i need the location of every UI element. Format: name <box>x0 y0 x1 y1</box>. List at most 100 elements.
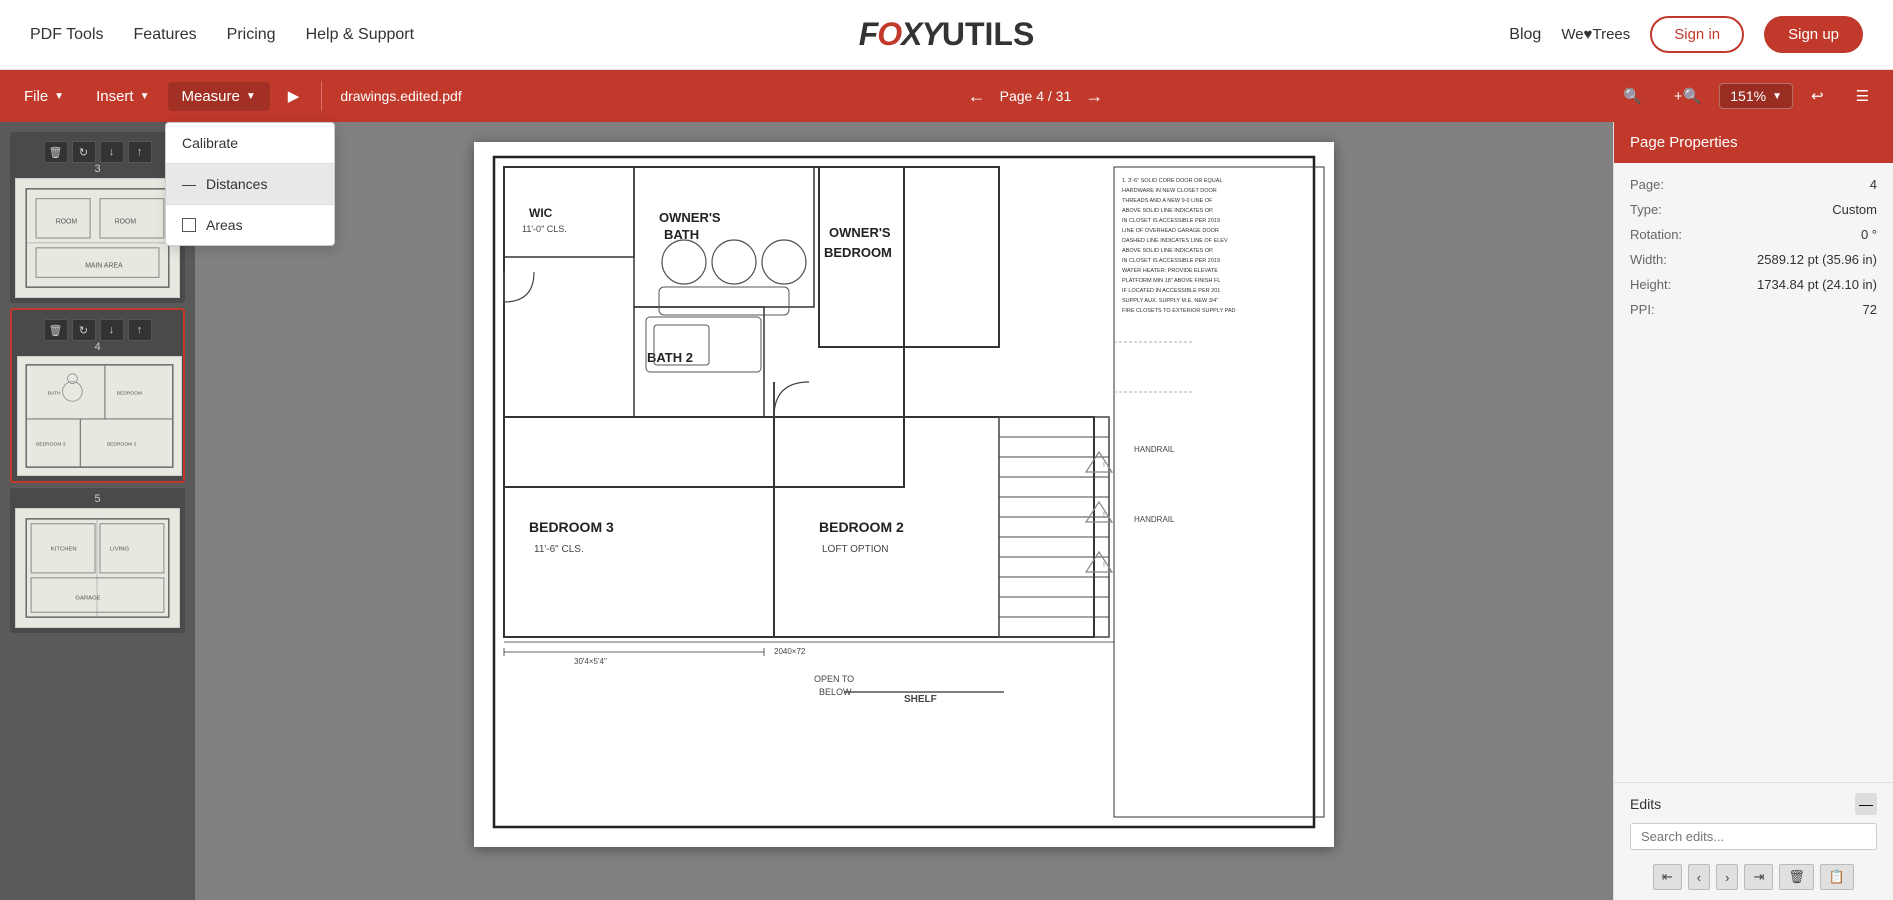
edits-delete-button[interactable]: 🗑 <box>1779 864 1814 890</box>
thumb3-number: 3 <box>15 163 180 175</box>
top-navigation: PDF Tools Features Pricing Help & Suppor… <box>0 0 1893 70</box>
thumb4-up[interactable]: ↑ <box>128 319 152 341</box>
edits-search-input[interactable] <box>1630 823 1877 850</box>
svg-text:ABOVE SOLID LINE INDICATES OP.: ABOVE SOLID LINE INDICATES OP. <box>1122 248 1214 254</box>
width-value: 2589.12 pt (35.96 in) <box>1757 252 1877 267</box>
measure-chevron-icon: ▼ <box>246 91 256 102</box>
svg-text:HARDWARE IN NEW CLOSET DOOR: HARDWARE IN NEW CLOSET DOOR <box>1122 188 1217 194</box>
thumb4-number: 4 <box>17 341 178 353</box>
svg-text:BEDROOM 2: BEDROOM 2 <box>819 519 904 535</box>
prop-page-row: Page: 4 <box>1630 177 1877 192</box>
nav-blog[interactable]: Blog <box>1509 26 1541 44</box>
panel-properties: Page: 4 Type: Custom Rotation: 0 ° Width… <box>1614 163 1893 782</box>
thumb3-image[interactable]: ROOM ROOM MAIN AREA <box>15 178 180 298</box>
thumb3-up[interactable]: ↑ <box>128 141 152 163</box>
thumb4-rotate[interactable]: ↻ <box>72 319 96 341</box>
cursor-icon: ▶ <box>288 87 300 105</box>
site-logo[interactable]: FOXYUTILS <box>859 16 1035 53</box>
width-label: Width: <box>1630 252 1667 267</box>
thumb3-delete[interactable]: 🗑 <box>44 141 68 163</box>
svg-text:ABOVE SOLID LINE INDICATES OP.: ABOVE SOLID LINE INDICATES OP. <box>1122 208 1214 214</box>
svg-text:HANDRAIL: HANDRAIL <box>1134 515 1175 524</box>
thumb3-controls: 🗑 ↻ ↓ ↑ <box>15 141 180 163</box>
zoom-chevron-icon: ▼ <box>1772 91 1782 102</box>
svg-text:30'4×5'4": 30'4×5'4" <box>574 657 607 666</box>
nav-help-support[interactable]: Help & Support <box>306 26 415 44</box>
edits-prev-button[interactable]: ‹ <box>1688 864 1710 890</box>
toolbar-separator <box>321 81 322 111</box>
file-menu-button[interactable]: File ▼ <box>10 82 78 111</box>
nav-pricing[interactable]: Pricing <box>227 26 276 44</box>
undo-button[interactable]: ↩ <box>1797 81 1838 111</box>
nav-pdf-tools[interactable]: PDF Tools <box>30 26 104 44</box>
prev-page-button[interactable]: ← <box>962 84 992 109</box>
edits-collapse-button[interactable]: — <box>1855 793 1877 815</box>
svg-text:MAIN AREA: MAIN AREA <box>85 263 123 270</box>
areas-item[interactable]: Areas <box>166 205 334 245</box>
thumb3-rotate[interactable]: ↻ <box>72 141 96 163</box>
thumb5-number: 5 <box>15 493 180 505</box>
thumb4-image[interactable]: BATH BEDROOM BEDROOM 3 BEDROOM 2 <box>17 356 182 476</box>
edits-copy-button[interactable]: 📋 <box>1820 864 1854 890</box>
areas-label: Areas <box>206 217 243 233</box>
svg-text:THREADS AND A NEW 9-0 LINE OF: THREADS AND A NEW 9-0 LINE OF <box>1122 198 1213 204</box>
svg-text:OWNER'S: OWNER'S <box>829 225 891 240</box>
svg-text:SUPPLY AUX. SUPPLY M.E. NEW 3/: SUPPLY AUX. SUPPLY M.E. NEW 3/4" <box>1122 298 1218 304</box>
prop-ppi-row: PPI: 72 <box>1630 302 1877 317</box>
menu-button[interactable]: ☰ <box>1842 81 1883 111</box>
nav-features[interactable]: Features <box>134 26 197 44</box>
search-button[interactable]: 🔍 <box>1609 81 1656 111</box>
svg-text:IN CLOSET IS ACCESSIBLE PER 20: IN CLOSET IS ACCESSIBLE PER 2019 <box>1122 258 1220 264</box>
signup-button[interactable]: Sign up <box>1764 16 1863 53</box>
svg-text:KITCHEN: KITCHEN <box>51 546 77 552</box>
measure-menu-button[interactable]: Measure ▼ <box>168 82 270 111</box>
svg-text:BELOW: BELOW <box>819 687 852 697</box>
nav-left-links: PDF Tools Features Pricing Help & Suppor… <box>30 26 414 44</box>
svg-text:BEDROOM 2: BEDROOM 2 <box>107 442 137 448</box>
distances-label: Distances <box>206 176 267 192</box>
select-tool-button[interactable]: ▶ <box>274 81 314 111</box>
svg-text:OWNER'S: OWNER'S <box>659 210 721 225</box>
calibrate-label: Calibrate <box>182 135 238 151</box>
page-navigation: ← Page 4 / 31 → <box>962 84 1110 109</box>
next-page-button[interactable]: → <box>1079 84 1109 109</box>
type-label: Type: <box>1630 202 1662 217</box>
svg-text:BEDROOM 3: BEDROOM 3 <box>36 442 66 448</box>
pdf-viewer[interactable]: WIC 11'-0" CLS. OWNER'S BATH OWNER'S BED… <box>195 122 1613 900</box>
signin-button[interactable]: Sign in <box>1650 16 1744 53</box>
height-label: Height: <box>1630 277 1671 292</box>
zoom-in-button[interactable]: +🔍 <box>1660 81 1715 111</box>
edits-last-button[interactable]: ⇥ <box>1744 864 1773 890</box>
prop-height-row: Height: 1734.84 pt (24.10 in) <box>1630 277 1877 292</box>
svg-text:OPEN TO: OPEN TO <box>814 674 854 684</box>
main-toolbar: File ▼ Insert ▼ Measure ▼ ▶ drawings.edi… <box>0 70 1893 122</box>
svg-text:BATH: BATH <box>48 390 61 396</box>
svg-text:11'-0" CLS.: 11'-0" CLS. <box>522 224 567 234</box>
thumb4-delete[interactable]: 🗑 <box>44 319 68 341</box>
insert-chevron-icon: ▼ <box>140 91 150 102</box>
svg-text:GARAGE: GARAGE <box>75 595 100 601</box>
panel-title: Page Properties <box>1630 134 1738 151</box>
thumb4-down[interactable]: ↓ <box>100 319 124 341</box>
svg-text:LOFT OPTION: LOFT OPTION <box>822 544 889 555</box>
distances-item[interactable]: — Distances <box>166 164 334 204</box>
edits-first-button[interactable]: ⇤ <box>1653 864 1682 890</box>
nav-wetrees[interactable]: We♥Trees <box>1561 26 1630 43</box>
svg-text:LINE OF OVERHEAD GARAGE DOOR: LINE OF OVERHEAD GARAGE DOOR <box>1122 228 1219 234</box>
thumb3-down[interactable]: ↓ <box>100 141 124 163</box>
edits-next-button[interactable]: › <box>1716 864 1738 890</box>
svg-text:11'-6" CLS.: 11'-6" CLS. <box>534 544 584 555</box>
type-value: Custom <box>1832 202 1877 217</box>
thumb5-image[interactable]: KITCHEN LIVING GARAGE <box>15 508 180 628</box>
svg-text:IF LOCATED IN ACCESSIBLE PER 2: IF LOCATED IN ACCESSIBLE PER 201 <box>1122 288 1220 294</box>
zoom-level-display[interactable]: 151% ▼ <box>1719 83 1793 109</box>
insert-menu-button[interactable]: Insert ▼ <box>82 82 163 111</box>
pdf-page: WIC 11'-0" CLS. OWNER'S BATH OWNER'S BED… <box>474 142 1334 847</box>
prop-rotation-row: Rotation: 0 ° <box>1630 227 1877 242</box>
svg-text:ROOM: ROOM <box>56 218 78 225</box>
page-label: Page: <box>1630 177 1664 192</box>
calibrate-item[interactable]: Calibrate <box>166 123 334 163</box>
svg-text:2040×72: 2040×72 <box>774 647 806 656</box>
edits-header: Edits — <box>1630 793 1877 815</box>
thumbnail-page5: 5 KITCHEN LIVING GARAGE <box>10 488 185 633</box>
